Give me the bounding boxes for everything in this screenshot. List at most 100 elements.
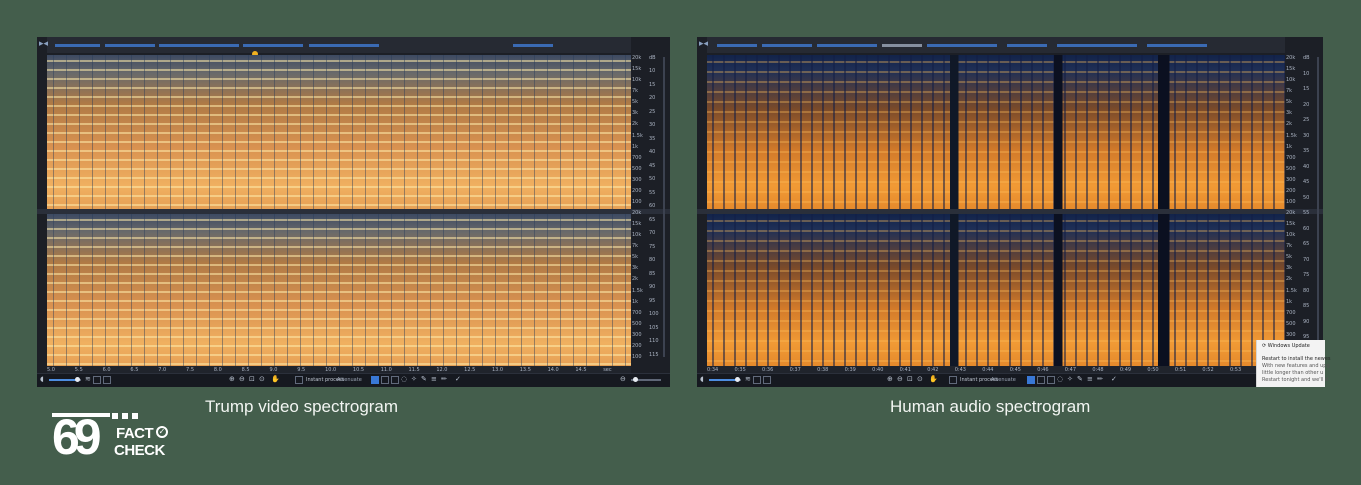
speaker-icon[interactable]: ◖ bbox=[40, 375, 44, 383]
axis-tick-label: 300 bbox=[632, 331, 642, 338]
axis-tick-label: 500 bbox=[632, 165, 642, 172]
pencil-icon[interactable]: ✏ bbox=[441, 375, 447, 383]
instant-process-checkbox[interactable] bbox=[949, 376, 957, 384]
axis-tick-label: 3k bbox=[1286, 265, 1293, 272]
check-icon[interactable]: ✓ bbox=[455, 375, 461, 383]
frequency-selection-button[interactable] bbox=[1047, 376, 1055, 384]
instant-process-checkbox[interactable] bbox=[295, 376, 303, 384]
overview-track bbox=[105, 44, 155, 47]
axis-tick-label: 7k bbox=[1286, 88, 1293, 95]
magic-wand-icon[interactable]: ✧ bbox=[411, 375, 417, 383]
overview-track bbox=[309, 44, 379, 47]
zoom-out-icon[interactable]: ⊖ bbox=[239, 375, 245, 383]
axis-tick-label: 20 bbox=[1303, 101, 1310, 108]
overview-track bbox=[927, 44, 997, 47]
spectrogram-toggle-button[interactable] bbox=[763, 376, 771, 384]
volume-slider[interactable] bbox=[709, 377, 741, 382]
spectrogram-toggle-button[interactable] bbox=[103, 376, 111, 384]
zoom-selection-icon[interactable]: ⊡ bbox=[907, 375, 913, 383]
hand-tool-icon[interactable]: ✋ bbox=[271, 375, 280, 383]
axis-tick-label: 60 bbox=[649, 203, 656, 210]
zoom-fit-icon[interactable]: ⊙ bbox=[917, 375, 923, 383]
axis-tick-label: 5k bbox=[1286, 99, 1293, 106]
zoom-in-icon[interactable]: ⊕ bbox=[229, 375, 235, 383]
axis-tick-label: 105 bbox=[649, 324, 659, 331]
view-toggle-button[interactable] bbox=[753, 376, 761, 384]
axis-tick-label: 1.5k bbox=[632, 132, 643, 139]
spectrogram-channel-right[interactable] bbox=[707, 214, 1285, 366]
axis-tick-label: 7k bbox=[632, 88, 639, 95]
axis-tick-label: 1.5k bbox=[632, 287, 643, 294]
magic-wand-icon[interactable]: ✧ bbox=[1067, 375, 1073, 383]
waveform-icon[interactable]: ≋ bbox=[745, 375, 751, 383]
pencil-icon[interactable]: ✏ bbox=[1097, 375, 1103, 383]
brush-icon[interactable]: ✎ bbox=[1077, 375, 1083, 383]
overview-track bbox=[55, 44, 100, 47]
speaker-icon[interactable]: ◖ bbox=[700, 375, 704, 383]
selection-tool-button[interactable] bbox=[1027, 376, 1035, 384]
time-selection-button[interactable] bbox=[381, 376, 389, 384]
axis-tick-label: 10k bbox=[632, 232, 642, 239]
axis-tick-label: 85 bbox=[1303, 303, 1310, 309]
windows-update-toast[interactable]: ⟳ Windows Update Restart to install the … bbox=[1256, 340, 1331, 387]
view-toggle-button[interactable] bbox=[93, 376, 101, 384]
harmonics-icon[interactable]: ≡ bbox=[431, 375, 437, 383]
overview-track bbox=[762, 44, 812, 47]
axis-tick-label: 25 bbox=[649, 108, 656, 115]
toast-line: little longer than other u bbox=[1262, 370, 1324, 376]
volume-slider[interactable] bbox=[49, 377, 81, 382]
zoom-fit-icon[interactable]: ⊙ bbox=[259, 375, 265, 383]
factcheck-logo: 69 FACT ✓ CHECK bbox=[52, 409, 172, 469]
time-selection-button[interactable] bbox=[1037, 376, 1045, 384]
zoom-out-icon[interactable]: ⊖ bbox=[897, 375, 903, 383]
axis-tick-label: 75 bbox=[649, 243, 656, 250]
waveform-icon[interactable]: ≋ bbox=[85, 375, 91, 383]
axis-tick-label: 1.5k bbox=[1286, 287, 1297, 294]
hand-tool-icon[interactable]: ✋ bbox=[929, 375, 938, 383]
toast-line: Restart to install the newes bbox=[1262, 356, 1331, 362]
axis-tick-label: 65 bbox=[1303, 241, 1310, 247]
axis-tick-label: 500 bbox=[632, 320, 642, 327]
lasso-icon[interactable]: ◌ bbox=[401, 375, 407, 383]
overview-track bbox=[1147, 44, 1207, 47]
mode-select[interactable]: Attenuate bbox=[337, 376, 362, 384]
axis-tick-label: 10 bbox=[1303, 70, 1310, 77]
axis-tick-label: 20k bbox=[1286, 210, 1296, 216]
axis-tick-label: 20k bbox=[1286, 55, 1296, 61]
overview-viewport[interactable] bbox=[882, 44, 922, 47]
caption-human: Human audio spectrogram bbox=[890, 397, 1091, 416]
axis-tick-label: 60 bbox=[1303, 225, 1310, 232]
brush-icon[interactable]: ✎ bbox=[421, 375, 427, 383]
zoom-in-icon[interactable]: ⊕ bbox=[887, 375, 893, 383]
axis-tick-label: 1.5k bbox=[1286, 132, 1297, 139]
collapse-icon[interactable]: ▸◂ bbox=[39, 39, 48, 49]
lasso-icon[interactable]: ◌ bbox=[1057, 375, 1063, 383]
axis-tick-label: 200 bbox=[632, 187, 642, 194]
selection-tool-button[interactable] bbox=[371, 376, 379, 384]
check-icon[interactable]: ✓ bbox=[1111, 375, 1117, 383]
axis-tick-label: 7k bbox=[632, 243, 639, 250]
axis-tick-label: 700 bbox=[1286, 309, 1296, 316]
spectrogram-channel-right[interactable] bbox=[47, 214, 631, 366]
harmonics-icon[interactable]: ≡ bbox=[1087, 375, 1093, 383]
axis-tick-label: 20k bbox=[632, 55, 642, 61]
axis-tick-label: 2k bbox=[632, 276, 639, 283]
zoom-selection-icon[interactable]: ⊡ bbox=[249, 375, 255, 383]
spectrogram-channel-left[interactable] bbox=[47, 55, 631, 209]
waveform-overview[interactable]: ▸◂ bbox=[39, 37, 631, 53]
axis-tick-label: 70 bbox=[649, 230, 656, 237]
axis-tick-label: 1k bbox=[1286, 143, 1293, 150]
mode-select[interactable]: Attenuate bbox=[991, 376, 1016, 384]
collapse-icon[interactable]: ▸◂ bbox=[699, 39, 708, 49]
axis-tick-label: 15k bbox=[1286, 66, 1296, 73]
zoom-icon[interactable]: ⊖ bbox=[620, 375, 626, 383]
zoom-slider[interactable] bbox=[631, 377, 661, 382]
spectrogram-channel-left[interactable] bbox=[707, 55, 1285, 209]
axis-tick-label: 300 bbox=[632, 176, 642, 183]
waveform-overview[interactable]: ▸◂ bbox=[699, 37, 1285, 53]
frequency-selection-button[interactable] bbox=[391, 376, 399, 384]
axis-tick-label: dB bbox=[649, 55, 656, 61]
axis-tick-label: 55 bbox=[649, 189, 656, 196]
logo-number: 69 bbox=[52, 409, 102, 465]
bottom-toolbar: ◖ ≋ ⊕ ⊖ ⊡ ⊙ ✋ Instant process Attenuate … bbox=[697, 373, 1323, 387]
